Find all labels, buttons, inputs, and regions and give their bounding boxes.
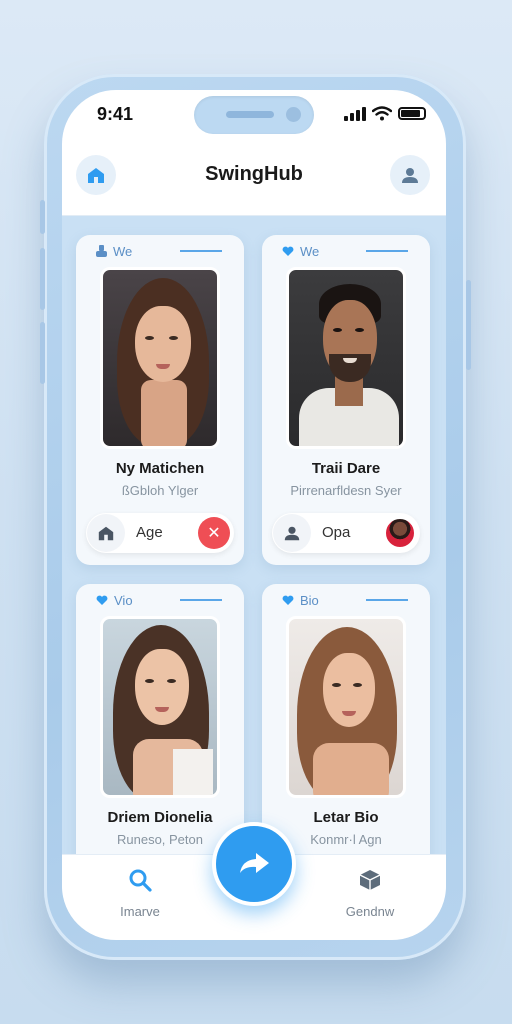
app-header: SwingHub bbox=[62, 150, 446, 216]
phone-screen: 9:41 SwingHub We Ny Matichen ßGbloh Ylge… bbox=[62, 90, 446, 940]
profile-card[interactable]: We Traii Dare Pirrenarfldesn Syer Opa bbox=[262, 235, 430, 565]
dynamic-island bbox=[194, 96, 314, 134]
pill-user-button[interactable] bbox=[273, 514, 311, 552]
profile-photo[interactable] bbox=[100, 616, 220, 798]
status-bar: 9:41 bbox=[62, 90, 446, 150]
profile-name: Ny Matichen bbox=[115, 460, 205, 477]
pill-home-button[interactable] bbox=[87, 514, 125, 552]
heart-icon bbox=[96, 595, 108, 605]
card-tag: Bio bbox=[282, 593, 319, 608]
avatar[interactable] bbox=[384, 517, 416, 549]
card-tag-label: Vio bbox=[114, 593, 133, 608]
battery-icon bbox=[398, 107, 426, 120]
home-icon bbox=[98, 526, 114, 541]
tab-label: Imarve bbox=[120, 904, 160, 919]
phone-power-button bbox=[466, 280, 471, 370]
card-divider bbox=[366, 599, 408, 601]
wifi-icon bbox=[372, 106, 392, 121]
user-icon bbox=[402, 168, 418, 183]
profile-name: Traii Dare bbox=[311, 460, 381, 477]
phone-action-button bbox=[40, 200, 45, 234]
card-tag-label: Bio bbox=[300, 593, 319, 608]
tab-box[interactable]: Gendnw bbox=[330, 867, 410, 919]
profile-photo[interactable] bbox=[100, 267, 220, 449]
card-divider bbox=[366, 250, 408, 252]
card-tag: Vio bbox=[96, 593, 133, 608]
share-button[interactable] bbox=[212, 822, 296, 906]
share-arrow-icon bbox=[240, 853, 269, 873]
tab-search[interactable]: Imarve bbox=[100, 867, 180, 919]
card-divider bbox=[180, 599, 222, 601]
card-action-bar: Opa bbox=[272, 513, 420, 553]
user-icon bbox=[284, 526, 300, 541]
profile-card[interactable]: We Ny Matichen ßGbloh Ylger Age ✕ bbox=[76, 235, 244, 565]
phone-volume-up-button bbox=[40, 248, 45, 310]
card-tag-label: We bbox=[300, 244, 320, 259]
signal-icon bbox=[344, 106, 366, 121]
island-speaker bbox=[226, 111, 274, 118]
search-icon bbox=[129, 869, 152, 892]
card-action-bar: Age ✕ bbox=[86, 513, 234, 553]
profile-name: Driem Dionelia bbox=[107, 809, 213, 826]
island-camera bbox=[286, 107, 301, 122]
card-divider bbox=[180, 250, 222, 252]
pill-label[interactable]: Opa bbox=[322, 524, 350, 541]
profile-photo[interactable] bbox=[286, 267, 406, 449]
pill-label[interactable]: Age bbox=[136, 524, 163, 541]
profile-subtitle: Pirrenarfldesn Syer bbox=[290, 483, 402, 498]
pin-icon bbox=[96, 245, 107, 257]
profile-photo[interactable] bbox=[286, 616, 406, 798]
dismiss-button[interactable]: ✕ bbox=[198, 517, 230, 549]
profile-subtitle: ßGbloh Ylger bbox=[121, 483, 199, 498]
card-tag-label: We bbox=[113, 244, 133, 259]
status-icons bbox=[344, 106, 426, 121]
card-tag: We bbox=[96, 244, 132, 259]
tab-label: Gendnw bbox=[345, 904, 395, 919]
app-title: SwingHub bbox=[205, 163, 303, 185]
heart-icon bbox=[282, 246, 294, 256]
profile-button[interactable] bbox=[390, 155, 430, 195]
close-icon: ✕ bbox=[207, 525, 221, 542]
profile-name: Letar Bio bbox=[313, 809, 379, 826]
card-tag: We bbox=[282, 244, 319, 259]
box-icon bbox=[359, 870, 381, 890]
heart-icon bbox=[282, 595, 294, 605]
status-time: 9:41 bbox=[97, 104, 134, 124]
phone-volume-down-button bbox=[40, 322, 45, 384]
